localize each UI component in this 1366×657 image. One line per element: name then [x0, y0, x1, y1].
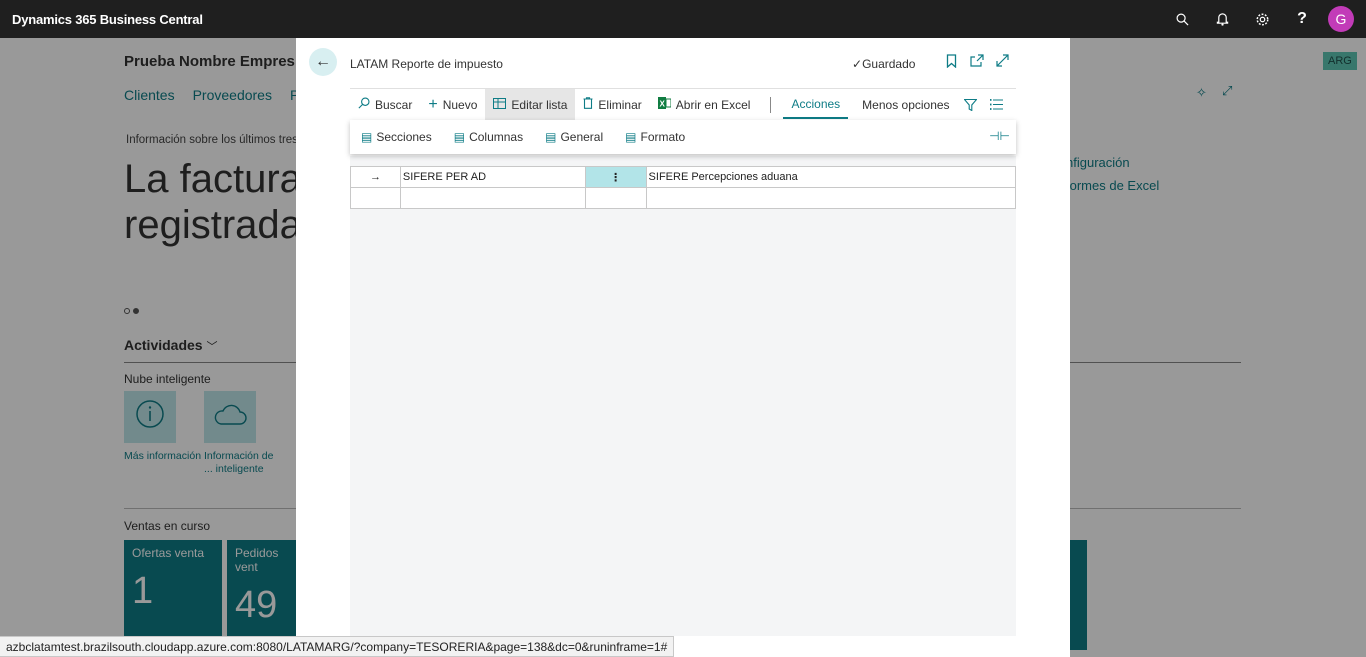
row-indicator[interactable]	[350, 187, 401, 209]
fewer-options-button[interactable]: Menos opciones	[854, 89, 957, 121]
svg-text:X: X	[659, 100, 665, 109]
general-label: General	[560, 130, 604, 144]
pin-icon[interactable]: ⊣⊢	[989, 129, 1010, 143]
row-indicator[interactable]: →	[350, 166, 401, 188]
list-dialog: ← LATAM Reporte de impuesto ✓Guardado Bu…	[296, 38, 1070, 657]
page-title: LATAM Reporte de impuesto	[350, 57, 503, 71]
row-menu-button[interactable]	[584, 187, 647, 209]
columns-icon: ▤	[453, 130, 466, 144]
arrow-left-icon: ←	[315, 53, 331, 70]
general-icon: ▤	[545, 130, 557, 144]
new-button[interactable]: + Nuevo	[420, 89, 485, 121]
app-bar: Dynamics 365 Business Central ? G	[0, 0, 1366, 38]
help-icon[interactable]: ?	[1282, 0, 1322, 38]
delete-button[interactable]: Eliminar	[575, 89, 649, 121]
more-vertical-icon: ⋮	[610, 171, 622, 184]
trash-icon	[583, 97, 593, 112]
avatar[interactable]: G	[1328, 6, 1354, 32]
sections-label: Secciones	[376, 130, 432, 144]
description-cell[interactable]	[645, 187, 1017, 209]
edit-list-button[interactable]: Editar lista	[485, 88, 576, 121]
table-row[interactable]: → SIFERE PER AD ⋮ SIFERE Percepciones ad…	[350, 166, 1017, 188]
open-in-excel-label: Abrir en Excel	[675, 97, 751, 112]
edit-list-label: Editar lista	[511, 97, 568, 112]
excel-icon: X	[657, 97, 672, 112]
new-label: Nuevo	[442, 97, 478, 112]
gear-icon[interactable]	[1242, 0, 1282, 38]
expand-icon[interactable]	[996, 54, 1009, 70]
plus-icon: +	[428, 95, 438, 113]
search-button[interactable]: Buscar	[350, 89, 420, 121]
sections-button[interactable]: ▤ Secciones	[350, 130, 443, 144]
search-label: Buscar	[375, 97, 413, 112]
tab-actions[interactable]: Acciones	[783, 91, 849, 119]
code-cell[interactable]	[399, 187, 586, 209]
search-icon	[358, 97, 370, 112]
actions-submenu: ▤ Secciones ▤ Columnas ▤ General ▤ Forma…	[350, 120, 1016, 154]
format-label: Formato	[640, 130, 686, 144]
arrow-right-icon: →	[369, 171, 381, 183]
app-bar-icons: ? G	[1162, 0, 1358, 38]
open-new-window-icon[interactable]	[970, 54, 984, 70]
sections-icon: ▤	[361, 130, 373, 144]
back-button[interactable]: ←	[309, 48, 337, 76]
list-view-icon[interactable]	[982, 89, 1011, 121]
status-bar-url: azbclatamtest.brazilsouth.cloudapp.azure…	[0, 636, 675, 657]
format-button[interactable]: ▤ Formato	[614, 130, 696, 144]
columns-label: Columnas	[469, 130, 524, 144]
app-title[interactable]: Dynamics 365 Business Central	[12, 12, 203, 27]
saved-status: ✓Guardado	[852, 57, 915, 71]
code-cell[interactable]: SIFERE PER AD	[399, 166, 586, 188]
table-row[interactable]	[350, 187, 1017, 209]
edit-list-icon	[493, 97, 507, 112]
bookmark-icon[interactable]	[946, 54, 957, 71]
general-button[interactable]: ▤ General	[534, 130, 614, 144]
list-grid-area: → SIFERE PER AD ⋮ SIFERE Percepciones ad…	[350, 156, 1017, 636]
search-icon[interactable]	[1162, 0, 1202, 38]
list-table: → SIFERE PER AD ⋮ SIFERE Percepciones ad…	[350, 166, 1017, 209]
checkmark-icon: ✓	[852, 57, 863, 71]
columns-button[interactable]: ▤ Columnas	[443, 130, 534, 144]
bell-icon[interactable]	[1202, 0, 1242, 38]
action-bar: Buscar + Nuevo Editar lista Eliminar X A…	[350, 88, 1016, 121]
divider	[770, 96, 772, 113]
saved-label: Guardado	[862, 57, 916, 71]
row-menu-button[interactable]: ⋮	[584, 166, 647, 188]
format-icon: ▤	[625, 130, 637, 144]
delete-label: Eliminar	[598, 97, 642, 112]
description-cell[interactable]: SIFERE Percepciones aduana	[645, 166, 1017, 188]
open-in-excel-button[interactable]: X Abrir en Excel	[650, 89, 759, 121]
filter-icon[interactable]	[956, 89, 985, 121]
